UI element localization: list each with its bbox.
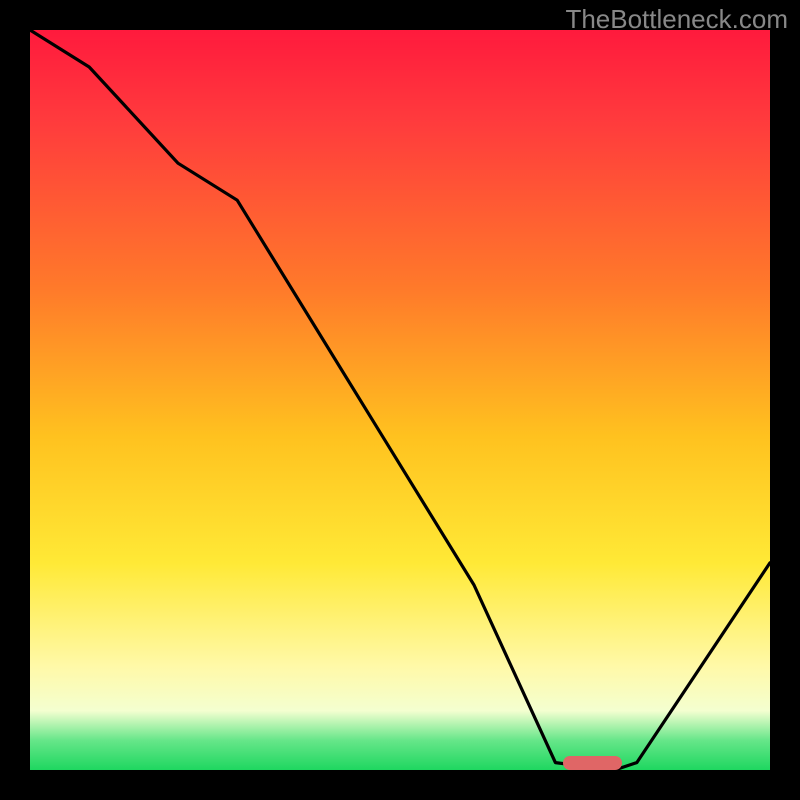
- watermark-text: TheBottleneck.com: [565, 4, 788, 35]
- curve-path: [30, 30, 770, 770]
- bottleneck-curve: [30, 30, 770, 770]
- optimal-marker-pill: [563, 756, 622, 770]
- plot-area: [30, 30, 770, 770]
